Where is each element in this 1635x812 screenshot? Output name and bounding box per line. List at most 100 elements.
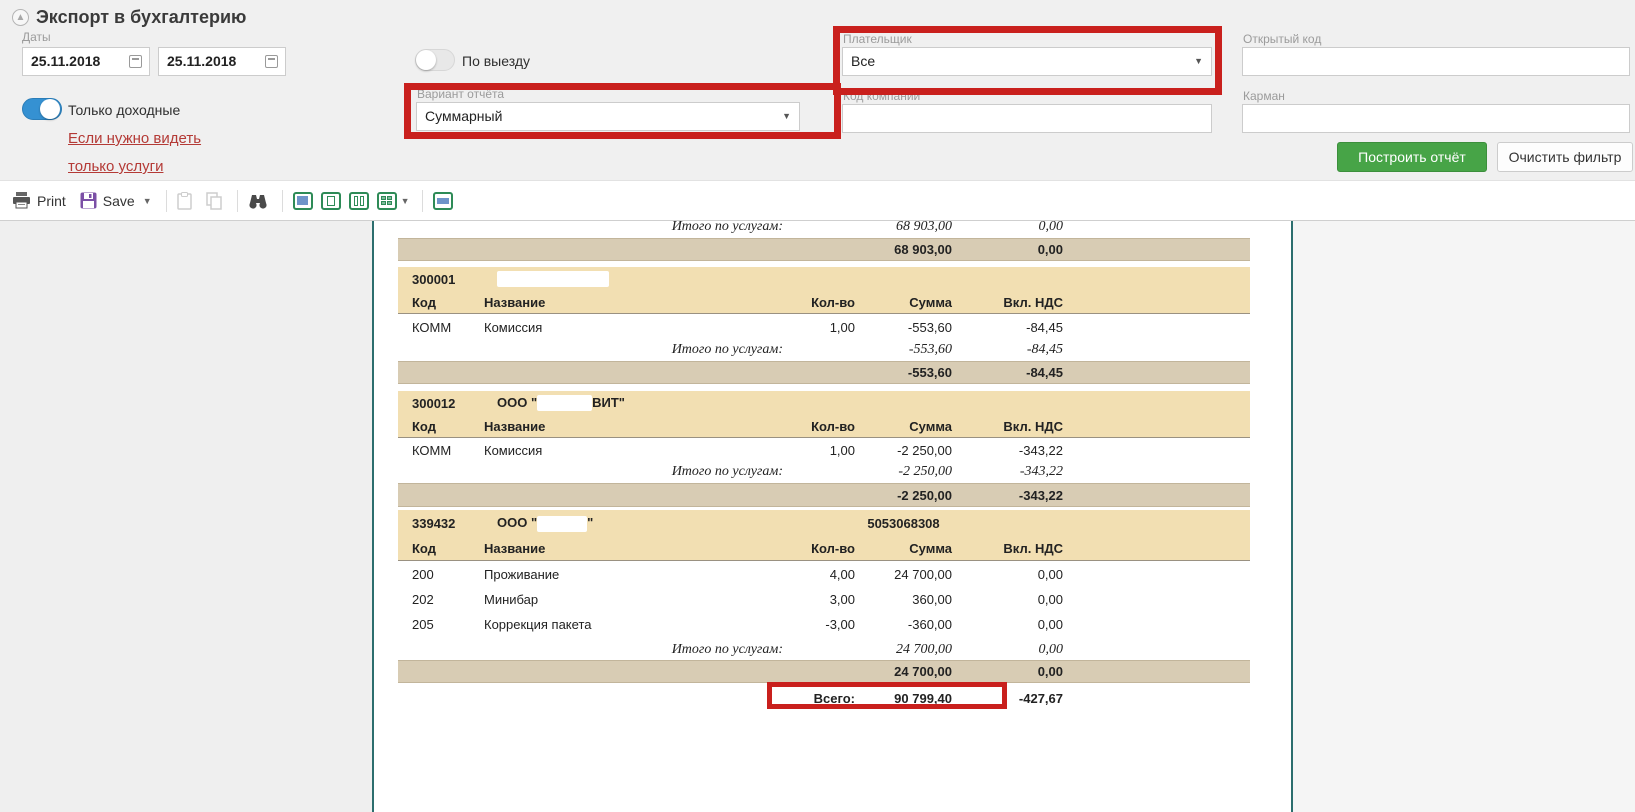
calendar-icon[interactable]	[265, 55, 278, 68]
filter-panel: ▲ Экспорт в бухгалтерию Даты 25.11.2018 …	[0, 0, 1635, 181]
only-income-toggle[interactable]	[22, 98, 62, 120]
only-income-label: Только доходные	[68, 102, 180, 118]
row-code: КОММ	[398, 320, 484, 335]
date-from-field[interactable]: 25.11.2018	[22, 47, 150, 76]
row-qty: -3,00	[714, 617, 855, 632]
report-page: Итого по услугам: 68 903,00 0,00 68 903,…	[372, 221, 1293, 812]
date-to-field[interactable]: 25.11.2018	[158, 47, 286, 76]
view-multi-page-button[interactable]	[377, 192, 397, 210]
row-qty: 3,00	[714, 592, 855, 607]
row-qty: 4,00	[714, 567, 855, 582]
row-name: Коррекция пакета	[484, 617, 714, 632]
print-button[interactable]: Print	[12, 192, 66, 209]
row-sum: -553,60	[855, 320, 952, 335]
page-title: Экспорт в бухгалтерию	[36, 7, 246, 28]
viewer-background	[1293, 221, 1635, 812]
col-header-name: Название	[484, 541, 714, 556]
chevron-down-icon[interactable]: ▼	[143, 196, 152, 206]
redacted-name	[497, 271, 609, 287]
open-code-input[interactable]	[1242, 47, 1630, 76]
section-name-suffix: ВИТ"	[592, 395, 625, 410]
section-id: 300012	[398, 396, 484, 411]
subtotal-sum: 68 903,00	[855, 221, 952, 235]
pocket-input[interactable]	[1242, 104, 1630, 133]
section-account-number: 5053068308	[855, 516, 952, 531]
by-departure-toggle[interactable]	[415, 49, 455, 71]
paste-button-disabled	[177, 192, 192, 210]
subtotal-sum: 24 700,00	[855, 642, 952, 658]
save-button[interactable]: Save ▼	[80, 192, 152, 209]
row-qty: 1,00	[714, 443, 855, 458]
row-vat: -84,45	[952, 320, 1063, 335]
toolbar-separator	[237, 190, 238, 212]
clipboard-icon	[177, 192, 192, 210]
collapse-panel-icon[interactable]: ▲	[12, 9, 29, 26]
band-vat: 0,00	[952, 242, 1063, 257]
copy-button-disabled	[206, 192, 223, 210]
copy-icon	[206, 192, 223, 210]
row-vat: 0,00	[952, 592, 1063, 607]
two-page-view-icon	[354, 196, 364, 206]
table-row: КОММ Комиссия 1,00 -2 250,00 -343,22	[398, 439, 1250, 461]
view-page-width-button[interactable]	[433, 192, 453, 210]
view-continuous-button[interactable]	[321, 192, 341, 210]
view-two-pages-button[interactable]	[349, 192, 369, 210]
row-name: Комиссия	[484, 443, 714, 458]
toggle-knob	[40, 99, 60, 119]
toolbar-separator	[422, 190, 423, 212]
report-section: 300012 ООО "ВИТ" Код Название Кол-во Сум…	[398, 391, 1250, 438]
row-vat: -343,22	[952, 443, 1063, 458]
col-header-vat: Вкл. НДС	[952, 419, 1063, 434]
save-label: Save	[103, 193, 135, 209]
col-header-sum: Сумма	[855, 295, 952, 310]
subtotal-band: 68 903,00 0,00	[398, 238, 1250, 261]
row-name: Минибар	[484, 592, 714, 607]
row-code: 200	[398, 567, 484, 582]
subtotal-vat: 0,00	[952, 221, 1063, 235]
section-name-prefix: ООО "	[497, 515, 537, 530]
view-single-page-button[interactable]	[293, 192, 313, 210]
row-name: Проживание	[484, 567, 714, 582]
binoculars-icon	[248, 193, 268, 209]
date-to-value: 25.11.2018	[167, 53, 236, 69]
grand-total-label: Всего:	[398, 691, 855, 706]
printer-icon	[12, 192, 31, 209]
row-vat: 0,00	[952, 567, 1063, 582]
date-from-value: 25.11.2018	[31, 53, 100, 69]
row-vat: 0,00	[952, 617, 1063, 632]
clear-filter-button[interactable]: Очистить фильтр	[1497, 142, 1633, 172]
col-header-code: Код	[398, 419, 484, 434]
calendar-icon[interactable]	[129, 55, 142, 68]
row-name: Комиссия	[484, 320, 714, 335]
report-section: 300001 Код Название Кол-во Сумма Вкл. НД…	[398, 267, 1250, 314]
subtotal-row: Итого по услугам: -553,60 -84,45	[398, 340, 1250, 359]
subtotal-label: Итого по услугам:	[398, 221, 855, 235]
continuous-view-icon	[327, 196, 335, 206]
chevron-down-icon[interactable]: ▼	[401, 196, 410, 206]
band-sum: -553,60	[855, 365, 952, 380]
band-sum: 24 700,00	[855, 664, 952, 679]
col-header-vat: Вкл. НДС	[952, 295, 1063, 310]
payer-select[interactable]: Все ▼	[842, 47, 1212, 76]
annotation-note-line2: только услуги	[68, 158, 163, 175]
company-code-input[interactable]	[842, 104, 1212, 133]
subtotal-band: 24 700,00 0,00	[398, 660, 1250, 683]
subtotal-vat: -84,45	[952, 342, 1063, 358]
row-sum: 24 700,00	[855, 567, 952, 582]
col-header-name: Название	[484, 419, 714, 434]
save-icon	[80, 192, 97, 209]
report-toolbar: Print Save ▼	[0, 181, 1635, 221]
find-button[interactable]	[248, 193, 268, 209]
report-variant-select[interactable]: Суммарный ▼	[416, 102, 800, 131]
col-header-qty: Кол-во	[714, 295, 855, 310]
report-variant-label: Вариант отчёта	[417, 87, 504, 101]
subtotal-row: Итого по услугам: -2 250,00 -343,22	[398, 462, 1250, 481]
row-qty: 1,00	[714, 320, 855, 335]
build-report-button[interactable]: Построить отчёт	[1337, 142, 1487, 172]
table-row: КОММ Комиссия 1,00 -553,60 -84,45	[398, 316, 1250, 338]
table-row: 202 Минибар 3,00 360,00 0,00	[398, 587, 1250, 612]
subtotal-label: Итого по услугам:	[398, 342, 855, 358]
subtotal-vat: -343,22	[952, 464, 1063, 480]
section-name-suffix: "	[587, 515, 593, 530]
section-id: 339432	[398, 516, 484, 531]
